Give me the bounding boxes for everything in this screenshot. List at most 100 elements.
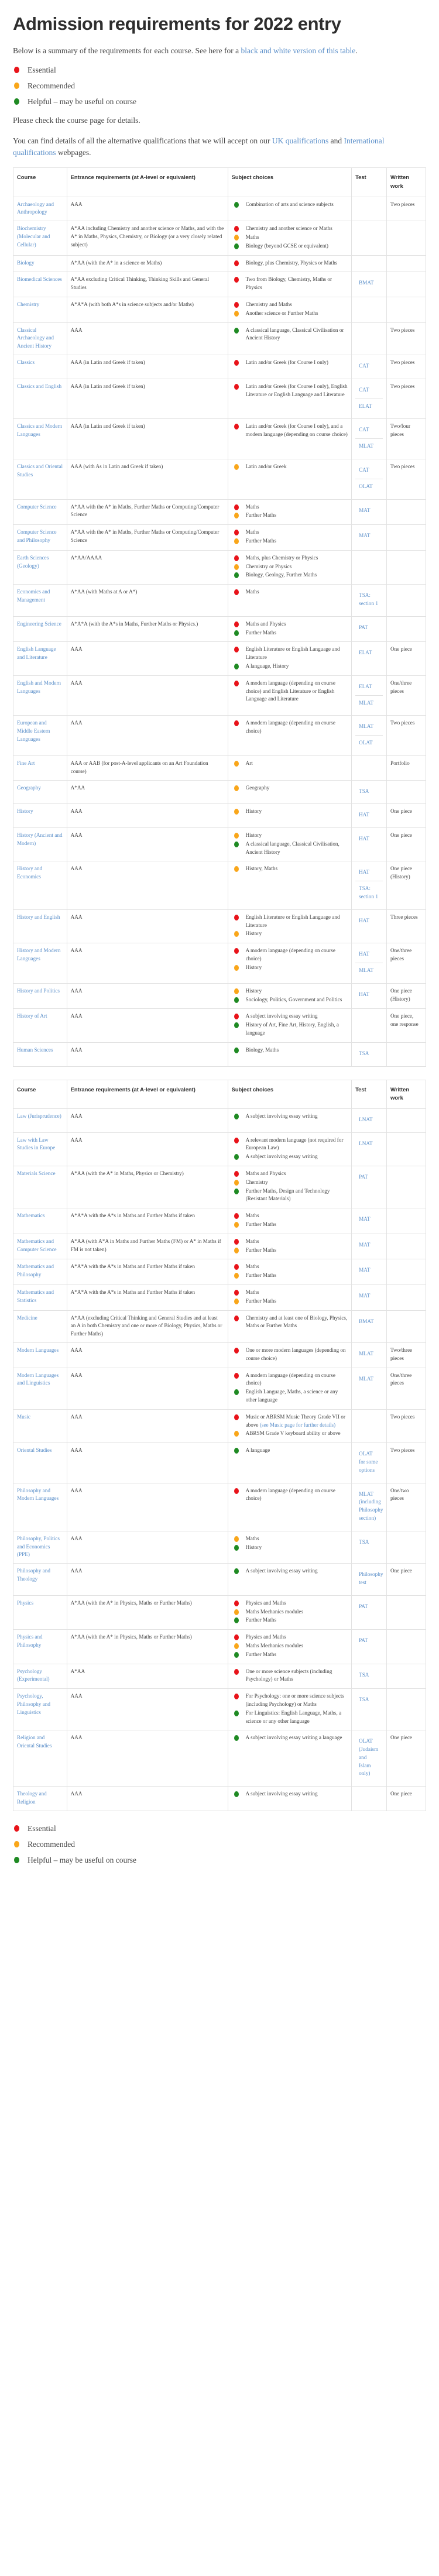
uk-qualifications-link[interactable]: UK qualifications xyxy=(272,136,328,145)
test-link[interactable]: OLAT xyxy=(355,736,383,751)
test-link[interactable]: MLAT xyxy=(355,963,383,979)
course-name-link[interactable]: History (Ancient and Modern) xyxy=(13,827,67,862)
course-name-link[interactable]: Psychology (Experimental) xyxy=(13,1663,67,1689)
test-link[interactable]: TSA: section 1 xyxy=(355,588,383,612)
test-link[interactable]: MLAT xyxy=(355,719,383,736)
course-name-link[interactable]: Physics xyxy=(13,1595,67,1630)
course-name-link[interactable]: Philosophy and Theology xyxy=(13,1563,67,1596)
course-name-link[interactable]: Mathematics and Statistics xyxy=(13,1284,67,1311)
course-name-link[interactable]: Modern Languages xyxy=(13,1342,67,1368)
test-link[interactable]: HAT xyxy=(355,913,383,929)
test-link[interactable]: ELAT xyxy=(355,399,383,415)
course-name-link[interactable]: Geography xyxy=(13,779,67,805)
course-name-link[interactable]: Religion and Oriental Studies xyxy=(13,1730,67,1787)
test-link[interactable]: TSA xyxy=(355,784,383,800)
test-link[interactable]: LNAT xyxy=(355,1136,383,1152)
test-link[interactable]: MLAT xyxy=(355,1372,383,1387)
test-link[interactable]: HAT xyxy=(355,987,383,1003)
course-name-link[interactable]: History and Economics xyxy=(13,861,67,910)
course-name-link[interactable]: Mathematics and Computer Science xyxy=(13,1233,67,1260)
test-link[interactable]: OLAT for some options xyxy=(355,1447,383,1478)
test-link[interactable]: TSA: section 1 xyxy=(355,881,383,905)
test-link[interactable]: CAT xyxy=(355,383,383,399)
test-link[interactable]: TSA xyxy=(355,1692,383,1708)
test-link[interactable]: OLAT xyxy=(355,479,383,495)
test-link[interactable]: TSA xyxy=(355,1046,383,1062)
test-link[interactable]: BMAT xyxy=(355,1314,383,1330)
course-name-link[interactable]: Earth Sciences (Geology) xyxy=(13,549,67,585)
course-name-link[interactable]: Law (Jurisprudence) xyxy=(13,1108,67,1133)
course-name-link[interactable]: Biochemistry (Molecular and Cellular) xyxy=(13,221,67,256)
course-name-link[interactable]: Philosophy and Modern Languages xyxy=(13,1482,67,1531)
course-name-link[interactable]: Classics and English xyxy=(13,378,67,420)
course-name-link[interactable]: Chemistry xyxy=(13,297,67,323)
test-link[interactable]: ELAT xyxy=(355,645,383,661)
course-name-link[interactable]: Archaeology and Anthropology xyxy=(13,196,67,222)
bw-version-link[interactable]: black and white version of this table xyxy=(241,46,355,55)
subject-choice-item: Further Maths xyxy=(232,1297,348,1306)
test-link[interactable]: Philosophy test xyxy=(355,1567,383,1591)
course-name-link[interactable]: European and Middle Eastern Languages xyxy=(13,715,67,756)
course-name-link[interactable]: English and Modern Languages xyxy=(13,675,67,716)
test-link[interactable]: CAT xyxy=(355,463,383,479)
test-link[interactable]: MAT xyxy=(355,503,383,519)
course-name-link[interactable]: History and Modern Languages xyxy=(13,943,67,984)
test-link[interactable]: CAT xyxy=(355,423,383,439)
course-name-link[interactable]: Biology xyxy=(13,255,67,273)
test-link[interactable]: HAT xyxy=(355,947,383,964)
subject-choice-label: Chemistry xyxy=(245,1179,268,1185)
test-link[interactable]: TSA xyxy=(355,1668,383,1684)
course-name-link[interactable]: Law with Law Studies in Europe xyxy=(13,1132,67,1167)
course-name-link[interactable]: Fine Art xyxy=(13,755,67,781)
test-link[interactable]: HAT xyxy=(355,865,383,882)
test-link[interactable]: TSA xyxy=(355,1535,383,1551)
course-name-link[interactable]: Mathematics and Philosophy xyxy=(13,1259,67,1286)
test-link[interactable]: MAT xyxy=(355,528,383,544)
course-name-link[interactable]: Mathematics xyxy=(13,1208,67,1234)
course-name-link[interactable]: English Language and Literature xyxy=(13,641,67,676)
test-link[interactable]: BMAT xyxy=(355,276,383,291)
course-name-link[interactable]: History xyxy=(13,803,67,829)
course-name-link[interactable]: Computer Science xyxy=(13,499,67,525)
course-name-link[interactable]: Music xyxy=(13,1409,67,1444)
test-link[interactable]: PAT xyxy=(355,620,383,636)
course-name-link[interactable]: Theology and Religion xyxy=(13,1786,67,1811)
course-name-link[interactable]: Classical Archaeology and Ancient Histor… xyxy=(13,322,67,355)
test-link[interactable]: PAT xyxy=(355,1633,383,1649)
test-link[interactable]: CAT xyxy=(355,359,383,375)
course-name-link[interactable]: Human Sciences xyxy=(13,1042,67,1067)
course-name-link[interactable]: Philosophy, Politics and Economics (PPE) xyxy=(13,1530,67,1564)
test-link[interactable]: MLAT xyxy=(355,439,383,455)
test-link[interactable]: ELAT xyxy=(355,679,383,696)
course-name-link[interactable]: Psychology, Philosophy and Linguistics xyxy=(13,1688,67,1731)
test-link[interactable]: MAT xyxy=(355,1289,383,1304)
test-link[interactable]: HAT xyxy=(355,808,383,823)
test-link[interactable]: MLAT xyxy=(355,696,383,712)
course-name-link[interactable]: History and Politics xyxy=(13,983,67,1009)
test-link[interactable]: PAT xyxy=(355,1599,383,1615)
test-link[interactable]: LNAT xyxy=(355,1112,383,1128)
course-name-link[interactable]: Computer Science and Philosophy xyxy=(13,524,67,551)
course-name-link[interactable]: Materials Science xyxy=(13,1166,67,1209)
course-name-link[interactable]: Oriental Studies xyxy=(13,1442,67,1483)
course-name-link[interactable]: Biomedical Sciences xyxy=(13,272,67,297)
course-name-link[interactable]: Classics and Oriental Studies xyxy=(13,458,67,500)
course-name-link[interactable]: Classics xyxy=(13,354,67,379)
course-name-link[interactable]: Medicine xyxy=(13,1310,67,1344)
test-link[interactable]: MAT xyxy=(355,1238,383,1253)
test-link[interactable]: HAT xyxy=(355,832,383,847)
test-link[interactable]: MLAT xyxy=(355,1347,383,1362)
course-name-link[interactable]: Economics and Management xyxy=(13,584,67,617)
test-link[interactable]: MAT xyxy=(355,1263,383,1279)
test-link[interactable]: PAT xyxy=(355,1170,383,1186)
course-name-link[interactable]: Physics and Philosophy xyxy=(13,1629,67,1664)
course-name-link[interactable]: Classics and Modern Languages xyxy=(13,418,67,459)
test-link[interactable]: MLAT (including Philosophy section) xyxy=(355,1487,383,1527)
course-name-link[interactable]: History and English xyxy=(13,909,67,944)
subject-choice-link[interactable]: (see Music page for further details) xyxy=(260,1422,335,1428)
test-link[interactable]: MAT xyxy=(355,1212,383,1228)
course-name-link[interactable]: Engineering Science xyxy=(13,616,67,643)
course-name-link[interactable]: History of Art xyxy=(13,1008,67,1043)
test-link[interactable]: OLAT (Judaism and Islam only) xyxy=(355,1734,383,1782)
course-name-link[interactable]: Modern Languages and Linguistics xyxy=(13,1367,67,1410)
